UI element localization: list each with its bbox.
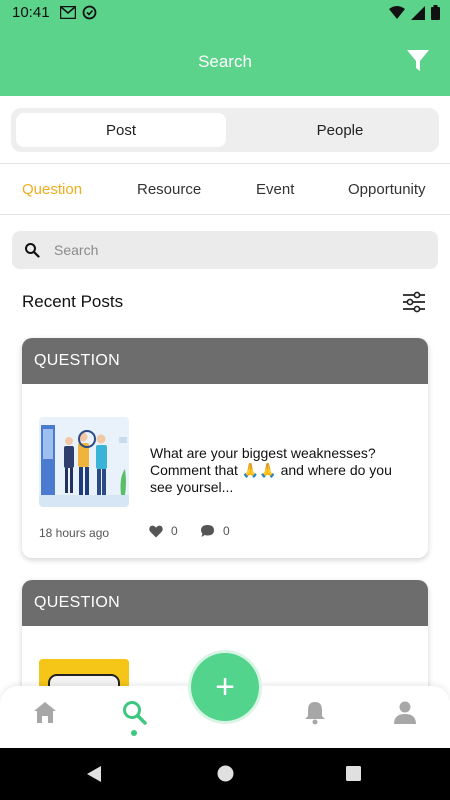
heart-icon [149,525,163,537]
segment-people[interactable]: People [235,113,445,147]
like-button[interactable]: 0 [149,524,178,538]
wifi-icon [389,5,405,19]
post-people-toggle: Post People [11,108,439,152]
search-bar [12,231,438,269]
segment-post[interactable]: Post [16,113,226,147]
add-post-button[interactable]: + [188,650,262,724]
home-icon[interactable] [31,698,59,726]
active-indicator [131,730,137,736]
status-system-icons [389,5,440,20]
status-bar: 10:41 [0,0,450,26]
post-thumbnail[interactable] [39,417,129,507]
comment-button[interactable]: 0 [200,524,230,538]
tab-opportunity[interactable]: Opportunity [348,181,426,198]
recent-posts-title: Recent Posts [22,292,124,311]
tab-event[interactable]: Event [256,181,294,198]
add-icon: + [191,653,259,721]
like-count: 0 [171,524,178,538]
comment-count: 0 [223,524,230,538]
filter-icon[interactable] [406,49,430,73]
divider [0,214,450,215]
people-illustration-icon [39,417,129,507]
recents-icon[interactable] [346,766,361,781]
status-notification-icons [60,5,97,20]
bell-icon[interactable] [301,698,329,726]
sync-icon [82,5,97,20]
signal-icon [411,5,425,20]
system-navigation-bar [0,748,450,800]
battery-icon [431,5,440,20]
search-icon [25,243,40,258]
post-card[interactable]: QUESTION What are your biggest weaknesse… [22,338,428,558]
gmail-icon [60,6,76,19]
back-icon[interactable] [86,765,102,783]
search-icon[interactable] [120,698,148,726]
category-tabs: Question Resource Event Opportunity [0,164,450,214]
status-time: 10:41 [12,4,50,21]
comment-icon [201,525,214,537]
sliders-icon[interactable] [402,291,426,313]
app-bar: Search [0,26,450,96]
profile-icon[interactable] [391,698,419,726]
post-type-label: QUESTION [22,338,428,384]
post-type-label: QUESTION [22,580,428,626]
post-timestamp: 18 hours ago [39,526,110,540]
tab-resource[interactable]: Resource [137,181,201,198]
page-title: Search [198,52,252,71]
tab-question[interactable]: Question [22,181,82,198]
post-text[interactable]: What are your biggest weaknesses? Commen… [150,445,405,496]
search-input[interactable] [54,239,424,261]
home-circle-icon[interactable] [217,765,234,782]
